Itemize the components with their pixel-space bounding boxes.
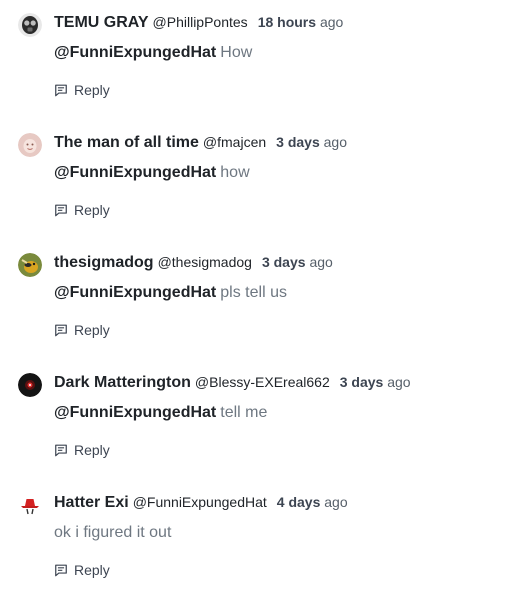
time-value: 3 days: [276, 134, 320, 150]
time-suffix: ago: [309, 254, 333, 270]
red-hat-avatar-icon[interactable]: [18, 493, 42, 517]
comment-item: Hatter Exi @FunniExpungedHat 4 days ago ok…: [0, 480, 522, 600]
comment-reply-icon: [54, 443, 68, 457]
time-suffix: ago: [319, 14, 344, 30]
author-username[interactable]: @fmajcen: [203, 134, 266, 150]
mention-link[interactable]: @FunniExpungedHat: [54, 284, 216, 301]
comment-reply-icon: [54, 203, 68, 217]
author-display-name[interactable]: Hatter Exi: [54, 494, 129, 511]
comment-reply-icon: [54, 563, 68, 577]
comment-body: @FunniExpungedHat pls tell us: [54, 283, 287, 303]
author-display-name[interactable]: The man of all time: [54, 134, 199, 151]
comment-text: pls tell us: [220, 284, 287, 301]
gasmask-avatar-icon[interactable]: [18, 13, 42, 37]
author-display-name[interactable]: Dark Matterington: [54, 374, 191, 391]
comment-timestamp: 3 days ago: [340, 374, 411, 390]
comment-timestamp: 18 hours ago: [258, 14, 344, 30]
author-username[interactable]: @Blessy-EXEreal662: [195, 374, 330, 390]
dog-avatar-icon[interactable]: [18, 253, 42, 277]
time-value: 18 hours: [257, 14, 317, 30]
comment-reply-icon: [54, 323, 68, 337]
time-value: 4 days: [276, 494, 321, 510]
comment-text: how: [220, 164, 250, 181]
comment-body: @FunniExpungedHat how: [54, 163, 250, 183]
mention-link[interactable]: @FunniExpungedHat: [54, 44, 216, 61]
comment-header: The man of all time @fmajcen 3 days ago: [54, 132, 347, 153]
reply-button[interactable]: Reply: [54, 82, 110, 98]
reply-label: Reply: [74, 82, 110, 98]
comment-header: Hatter Exi @FunniExpungedHat 4 days ago: [54, 492, 348, 513]
mention-link[interactable]: @FunniExpungedHat: [54, 404, 216, 421]
comment-timestamp: 3 days ago: [276, 134, 347, 150]
face-avatar-icon[interactable]: [18, 133, 42, 157]
reply-label: Reply: [74, 202, 110, 218]
comment-header: thesigmadog @thesigmadog 3 days ago: [54, 252, 333, 273]
time-suffix: ago: [387, 374, 411, 390]
reply-label: Reply: [74, 442, 110, 458]
mention-link[interactable]: @FunniExpungedHat: [54, 164, 216, 181]
comment-timestamp: 3 days ago: [262, 254, 333, 270]
reply-label: Reply: [74, 322, 110, 338]
author-username[interactable]: @thesigmadog: [158, 254, 252, 270]
author-username[interactable]: @FunniExpungedHat: [133, 494, 267, 510]
author-username[interactable]: @PhillipPontes: [153, 14, 248, 30]
comment-reply-icon: [54, 83, 68, 97]
comment-item: The man of all time @fmajcen 3 days ago @F…: [0, 120, 522, 240]
time-value: 3 days: [261, 254, 306, 270]
reply-button[interactable]: Reply: [54, 322, 110, 338]
comment-body: @FunniExpungedHat tell me: [54, 403, 267, 423]
comment-list: TEMU GRAY @PhillipPontes 18 hours ago @Fun…: [0, 0, 522, 585]
comment-timestamp: 4 days ago: [277, 494, 348, 510]
comment-text: ok i figured it out: [54, 524, 172, 541]
comment-text: tell me: [220, 404, 268, 421]
reply-label: Reply: [74, 562, 110, 578]
comment-header: TEMU GRAY @PhillipPontes 18 hours ago: [54, 12, 343, 33]
comment-item: TEMU GRAY @PhillipPontes 18 hours ago @Fun…: [0, 0, 522, 120]
comment-body: @FunniExpungedHat How: [54, 43, 252, 63]
comment-item: Dark Matterington @Blessy-EXEreal662 3 day…: [0, 360, 522, 480]
reply-button[interactable]: Reply: [54, 202, 110, 218]
time-suffix: ago: [324, 494, 348, 510]
author-display-name[interactable]: thesigmadog: [54, 254, 154, 271]
reply-button[interactable]: Reply: [54, 562, 110, 578]
author-display-name[interactable]: TEMU GRAY: [54, 14, 149, 31]
time-suffix: ago: [323, 134, 347, 150]
reply-button[interactable]: Reply: [54, 442, 110, 458]
time-value: 3 days: [339, 374, 384, 390]
comment-body: ok i figured it out: [54, 523, 171, 543]
eye-avatar-icon[interactable]: [18, 373, 42, 397]
comment-text: How: [220, 44, 253, 61]
comment-header: Dark Matterington @Blessy-EXEreal662 3 day…: [54, 372, 411, 393]
comment-item: thesigmadog @thesigmadog 3 days ago @Funni…: [0, 240, 522, 360]
